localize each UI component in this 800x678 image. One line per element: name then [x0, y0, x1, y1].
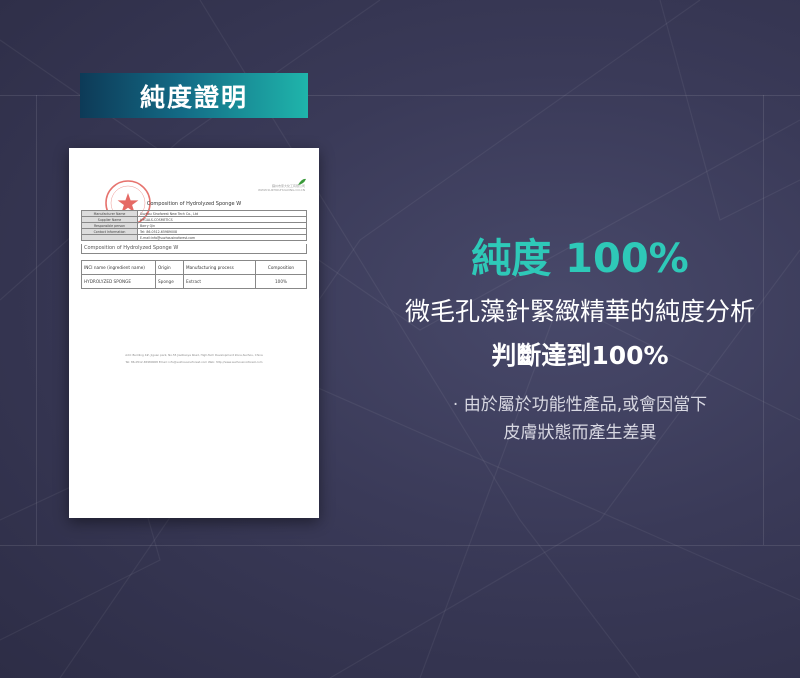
company-name-lines: 蘇州市家大化工有限公司 WWW.SUZHOUHUAXING.CO.CN	[257, 184, 305, 192]
description-line-2: 判斷達到100%	[491, 341, 669, 370]
purity-certificate-document: 蘇州市家大化工有限公司 WWW.SUZHOUHUAXING.CO.CN Comp…	[69, 148, 319, 518]
composition-title: Composition of Hydrolyzed Sponge W	[81, 244, 307, 254]
table-row: HYDROLYZED SPONGE Sponge Extract 100%	[81, 274, 307, 289]
table-header-row: INCI name (ingredient name) Origin Manuf…	[81, 260, 307, 275]
disclaimer-line-2: 皮膚狀態而產生差異	[503, 423, 657, 443]
table-row: E-mail:info@suzhousinoforest.com	[81, 234, 307, 241]
document-title: Composition of Hydrolyzed Sponge W	[146, 201, 242, 207]
composition-table: INCI name (ingredient name) Origin Manuf…	[81, 260, 307, 289]
purity-headline: 純度 100%	[471, 236, 689, 282]
supplier-info-table: Manufacturer Name Suzhou Sinoforest New T…	[81, 210, 307, 241]
frame-line-left	[36, 95, 37, 545]
document-footer-address: Add: Building 4#, Jiguan park, No.55 Jia…	[125, 353, 263, 357]
disclaimer-line-1: · 由於屬於功能性產品,或會因當下	[452, 395, 708, 415]
description-line-1: 微毛孔藻針緊緻精華的純度分析	[404, 297, 755, 326]
frame-line-bottom	[0, 545, 800, 546]
section-title-ribbon: 純度證明	[80, 73, 308, 118]
document-footer-contact: Tel: 86-0512-65989008 Email: info@suzhou…	[125, 360, 263, 364]
section-title: 純度證明	[139, 82, 248, 112]
